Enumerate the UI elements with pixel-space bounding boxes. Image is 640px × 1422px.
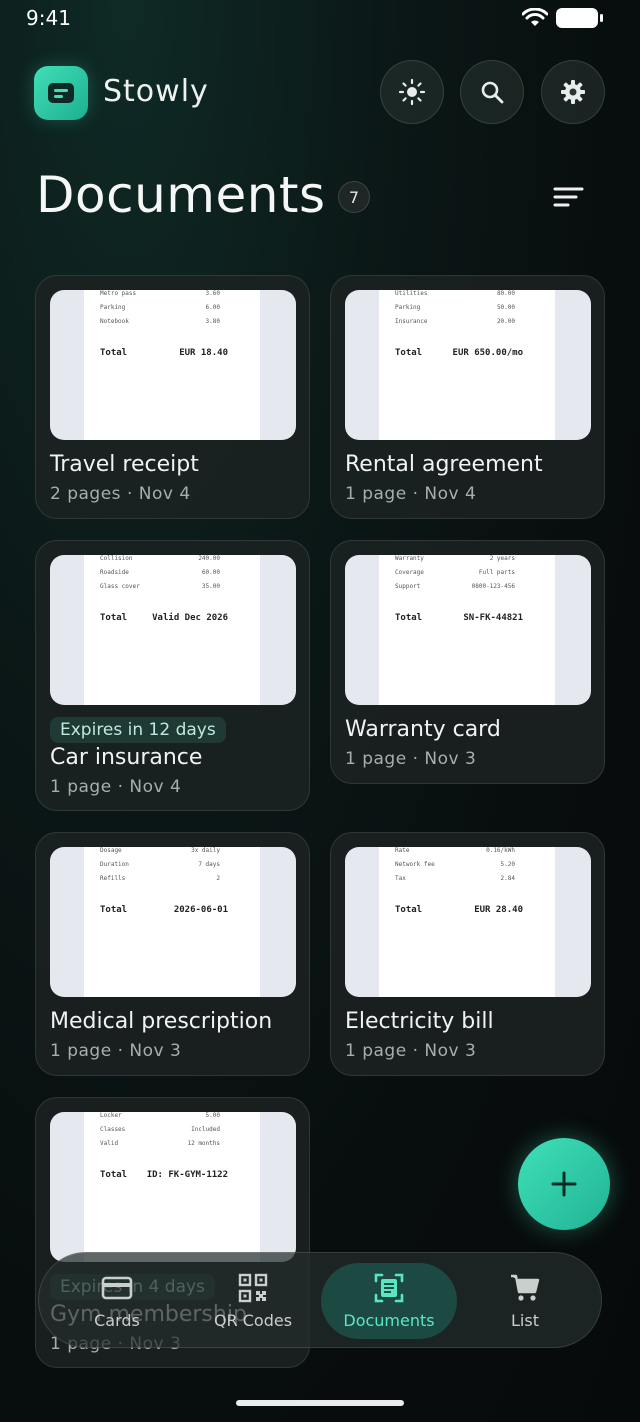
receipt-line: Refills 2 (100, 875, 220, 882)
document-title: Warranty card (345, 717, 501, 742)
nav-item-cards[interactable]: Cards (49, 1263, 185, 1339)
add-document-button[interactable] (518, 1138, 610, 1230)
receipt-line: Network fee 5.20 (395, 861, 515, 868)
receipt-line: Collision 240.00 (100, 555, 220, 562)
battery-icon (556, 8, 603, 28)
search-button[interactable] (460, 60, 524, 124)
qr-code-icon (238, 1273, 268, 1303)
document-meta: 1 page · Nov 3 (50, 1041, 182, 1061)
receipt-total: Total Valid Dec 2026 (100, 613, 228, 623)
document-thumbnail: Warranty 2 years Coverage Full parts Suppo… (345, 555, 591, 705)
receipt-line: Glass cover 35.00 (100, 583, 220, 590)
nav-item-list[interactable]: List (457, 1263, 593, 1339)
receipt-line: Utilities 80.00 (395, 290, 515, 297)
document-title: Travel receipt (50, 452, 199, 477)
receipt-line: Roadside 60.00 (100, 569, 220, 576)
document-count-badge: 7 (338, 181, 370, 213)
page-title: Documents (36, 166, 326, 224)
bottom-nav: Cards QR Codes Documents List (38, 1252, 602, 1348)
receipt-paper: Rate 0.16/kWh Network fee 5.20 Tax 2.84 Tot… (379, 847, 555, 997)
document-meta: 1 page · Nov 4 (50, 777, 182, 797)
home-indicator (236, 1400, 404, 1406)
receipt-line: Tax 2.84 (395, 875, 515, 882)
receipt-line: Warranty 2 years (395, 555, 515, 562)
receipt-paper: Dosage 3x daily Duration 7 days Refills 2 T… (84, 847, 260, 997)
receipt-paper: Metro pass 3.60 Parking 6.00 Notebook 3.80 … (84, 290, 260, 440)
receipt-line: Valid 12 months (100, 1140, 220, 1147)
receipt-line: Rate 0.16/kWh (395, 847, 515, 854)
cart-icon (511, 1274, 540, 1301)
receipt-line: Parking 50.00 (395, 304, 515, 311)
receipt-line: Locker 5.00 (100, 1112, 220, 1119)
receipt-line: Insurance 20.00 (395, 318, 515, 325)
app-title: Stowly (103, 74, 209, 109)
document-meta: 2 pages · Nov 4 (50, 484, 191, 504)
wifi-icon (522, 8, 548, 26)
document-thumbnail: Rate 0.16/kWh Network fee 5.20 Tax 2.84 Tot… (345, 847, 591, 997)
nav-label: Documents (343, 1311, 435, 1330)
nav-label: QR Codes (213, 1311, 293, 1330)
document-title: Medical prescription (50, 1009, 273, 1034)
document-thumbnail: Collision 240.00 Roadside 60.00 Glass cove… (50, 555, 296, 705)
receipt-line: Duration 7 days (100, 861, 220, 868)
card-icon (101, 1276, 133, 1300)
document-title: Car insurance (50, 745, 203, 770)
app-header: Stowly (0, 60, 640, 126)
status-bar: 9:41 (0, 0, 640, 40)
document-card[interactable]: Dosage 3x daily Duration 7 days Refills 2 T… (35, 832, 310, 1076)
theme-icon (398, 78, 426, 106)
document-thumbnail: Utilities 80.00 Parking 50.00 Insurance 20.… (345, 290, 591, 440)
document-thumbnail: Metro pass 3.60 Parking 6.00 Notebook 3.80 … (50, 290, 296, 440)
receipt-total: Total SN-FK-44821 (395, 613, 523, 623)
sort-icon[interactable] (546, 176, 590, 220)
nav-item-documents[interactable]: Documents (321, 1263, 457, 1339)
receipt-total: Total EUR 28.40 (395, 905, 523, 915)
receipt-total: Total ID: FK-GYM-1122 (100, 1170, 228, 1180)
settings-button[interactable] (541, 60, 605, 124)
receipt-total: Total EUR 650.00/mo (395, 348, 523, 358)
nav-item-qr-codes[interactable]: QR Codes (185, 1263, 321, 1339)
receipt-paper: Warranty 2 years Coverage Full parts Suppo… (379, 555, 555, 705)
expiry-badge: Expires in 12 days (50, 717, 226, 743)
settings-icon (561, 80, 585, 104)
receipt-total: Total EUR 18.40 (100, 348, 228, 358)
nav-label: List (511, 1311, 539, 1330)
nav-label: Cards (94, 1311, 140, 1330)
receipt-line: Coverage Full parts (395, 569, 515, 576)
document-title: Electricity bill (345, 1009, 494, 1034)
search-icon (481, 81, 504, 104)
document-meta: 1 page · Nov 3 (345, 1041, 477, 1061)
document-thumbnail: Dosage 3x daily Duration 7 days Refills 2 T… (50, 847, 296, 997)
receipt-paper: Collision 240.00 Roadside 60.00 Glass cove… (84, 555, 260, 705)
receipt-paper: Utilities 80.00 Parking 50.00 Insurance 20.… (379, 290, 555, 440)
receipt-line: Notebook 3.80 (100, 318, 220, 325)
document-icon (34, 66, 88, 120)
theme-toggle-button[interactable] (380, 60, 444, 124)
document-card[interactable]: Rate 0.16/kWh Network fee 5.20 Tax 2.84 Tot… (330, 832, 605, 1076)
plus-icon (551, 1171, 577, 1197)
receipt-line: Parking 6.00 (100, 304, 220, 311)
document-card[interactable]: Collision 240.00 Roadside 60.00 Glass cove… (35, 540, 310, 811)
receipt-paper: Locker 5.00 Classes Included Valid 12 month… (84, 1112, 260, 1262)
document-scan-icon (374, 1273, 404, 1303)
status-time: 9:41 (26, 6, 71, 30)
document-card[interactable]: Warranty 2 years Coverage Full parts Suppo… (330, 540, 605, 784)
receipt-line: Classes Included (100, 1126, 220, 1133)
document-meta: 1 page · Nov 4 (345, 484, 477, 504)
document-thumbnail: Locker 5.00 Classes Included Valid 12 month… (50, 1112, 296, 1262)
receipt-line: Metro pass 3.60 (100, 290, 220, 297)
receipt-line: Support 0800-123-456 (395, 583, 515, 590)
document-card[interactable]: Metro pass 3.60 Parking 6.00 Notebook 3.80 … (35, 275, 310, 519)
document-title: Rental agreement (345, 452, 543, 477)
document-card[interactable]: Utilities 80.00 Parking 50.00 Insurance 20.… (330, 275, 605, 519)
receipt-total: Total 2026-06-01 (100, 905, 228, 915)
document-meta: 1 page · Nov 3 (345, 749, 477, 769)
receipt-line: Dosage 3x daily (100, 847, 220, 854)
